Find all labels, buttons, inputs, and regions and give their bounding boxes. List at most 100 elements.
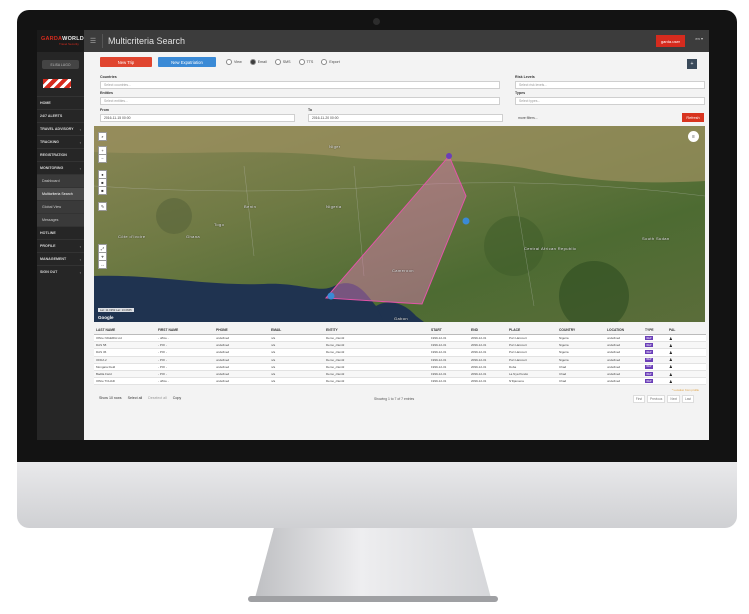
sidebar-item-management[interactable]: MANAGEMENT ‹: [37, 252, 84, 265]
column-header[interactable]: TYPE: [643, 325, 667, 334]
table-cell: Demo_client2: [326, 372, 345, 377]
table-cell: Mongara Field: [96, 364, 116, 369]
column-header[interactable]: EMAIL: [269, 325, 324, 334]
more-filters-link[interactable]: more filters...: [515, 114, 675, 122]
table-cell: 1999-12-31: [431, 336, 447, 341]
type-cell: REP: [643, 335, 667, 341]
sidebar-item-tracking[interactable]: TRACKING ‹: [37, 135, 84, 148]
pager-first-button[interactable]: First: [632, 395, 645, 403]
to-date-input[interactable]: 2016-11-20 00:00: [308, 114, 503, 122]
table-body: Office NIGERIA Ltd - office - undefined n/a…: [94, 335, 706, 386]
risk-levels-input[interactable]: Select risk levels...: [515, 81, 705, 89]
table-cell: undefined: [607, 357, 621, 362]
map-country-label: Ghana: [186, 234, 201, 239]
sidebar-item-global-view[interactable]: Global View: [37, 200, 84, 213]
option-label: Email: [257, 60, 267, 64]
map[interactable]: ≡ ⌕ + − ● ■ ■ ✎ ⤢ ⌖ ↔ Niger Benin Nigeria T…: [94, 126, 705, 322]
option-export[interactable]: Export: [321, 59, 340, 65]
delete-shape-icon[interactable]: ✎: [98, 202, 107, 211]
column-header[interactable]: END: [469, 325, 507, 334]
column-header[interactable]: FIRST NAME: [156, 325, 214, 334]
pager-next-button[interactable]: Next: [667, 395, 680, 403]
show-rows-button[interactable]: Show 10 rows: [99, 396, 122, 400]
person-icon: ♟: [667, 364, 706, 370]
sidebar-item-profile[interactable]: PROFILE ‹: [37, 239, 84, 252]
sidebar-item-monitoring[interactable]: MONITORING ‹: [37, 161, 84, 174]
table-row[interactable]: Badila Field - POI - undefined n/a Demo_clie…: [94, 370, 706, 379]
table-row[interactable]: DAS 58 - POI - undefined n/a Demo_client2 199…: [94, 342, 706, 350]
toolbar: New Trip New Expatriation View Email SMS TT…: [100, 57, 340, 67]
monitor-stand-base: [248, 596, 498, 602]
countries-input[interactable]: Select countries...: [100, 81, 500, 89]
monitor-chin: [17, 462, 737, 528]
map-country-label: Côte d'Ivoire: [118, 234, 146, 239]
select-all-button[interactable]: Select all: [128, 396, 143, 400]
refresh-button[interactable]: Refresh: [682, 113, 704, 122]
map-search-icon[interactable]: ⌕: [98, 132, 107, 141]
sidebar-item-sign-out[interactable]: SIGN OUT ‹: [37, 265, 84, 278]
person-icon: ♟: [667, 349, 706, 355]
table-row[interactable]: Mongara Field - POI - undefined n/a Demo_cli…: [94, 363, 706, 371]
user-button[interactable]: ELISA LUGO: [42, 60, 79, 69]
column-header[interactable]: PHONE: [214, 325, 269, 334]
option-email[interactable]: Email: [249, 59, 267, 65]
table-cell: - office -: [158, 379, 169, 384]
zoom-out-icon[interactable]: −: [98, 154, 107, 163]
sidebar-item-messages[interactable]: Messages: [37, 213, 84, 226]
sidebar-item-hotline[interactable]: HOTLINE: [37, 226, 84, 239]
new-trip-button[interactable]: New Trip: [100, 57, 152, 67]
settings-icon[interactable]: +: [687, 59, 697, 69]
layers-icon[interactable]: ≡: [688, 131, 699, 142]
person-glyph: ♟: [669, 378, 673, 384]
user-menu[interactable]: garda.user: [655, 35, 685, 47]
table-row[interactable]: Office TCHAD - office - undefined n/a Demo_c…: [94, 378, 706, 386]
column-header[interactable]: LOCATION: [605, 325, 643, 334]
chevron-icon: ‹: [79, 269, 81, 275]
option-sms[interactable]: SMS: [274, 59, 291, 65]
table-row[interactable]: Office NIGERIA Ltd - office - undefined n/a…: [94, 335, 706, 343]
sidebar-item-label: Global View: [42, 205, 62, 209]
table-cell: - office -: [158, 336, 169, 341]
column-header[interactable]: LAST NAME: [94, 325, 156, 334]
type-cell: REP: [643, 342, 667, 348]
types-input[interactable]: Select types...: [515, 97, 705, 105]
option-tts[interactable]: TTS: [298, 59, 313, 65]
sidebar-item-label: HOME: [40, 101, 51, 105]
copy-button[interactable]: Copy: [173, 396, 181, 400]
type-cell: REP: [643, 364, 667, 370]
language-select[interactable]: en ▾: [695, 36, 703, 41]
column-header[interactable]: PAL: [667, 325, 706, 334]
pager-previous-button[interactable]: Previous: [647, 395, 666, 403]
column-header[interactable]: ENTITY: [324, 325, 429, 334]
sidebar-nav: HOME 24/7 ALERTS TRAVEL ADVISORY ‹ TRACKING ‹…: [37, 96, 84, 278]
draw-rectangle-icon[interactable]: ■: [98, 186, 107, 195]
sidebar-item-label: TRAVEL ADVISORY: [40, 127, 74, 131]
table-cell: Chad: [559, 379, 567, 384]
table-row[interactable]: OFDA 2 - POI - undefined n/a Demo_client2 199…: [94, 356, 706, 364]
option-label: SMS: [282, 60, 291, 64]
table-cell: n/a: [271, 364, 276, 369]
ruler-icon[interactable]: ↔: [98, 260, 107, 269]
from-date-input[interactable]: 2016-11-15 00:00: [100, 114, 295, 122]
table-cell: undefined: [216, 336, 230, 341]
radio-icon: [321, 59, 328, 65]
sidebar-item-home[interactable]: HOME: [37, 96, 84, 109]
deselect-all-button[interactable]: Deselect all: [148, 396, 167, 400]
sidebar-item-multicriteria-search[interactable]: Multicriteria Search: [37, 187, 84, 200]
type-badge: REP: [645, 372, 653, 377]
sidebar-item-registration[interactable]: REGISTRATION: [37, 148, 84, 161]
radio-icon: [298, 59, 305, 65]
sidebar-item-dashboard[interactable]: Dashboard: [37, 174, 84, 187]
sidebar-item-travel-advisory[interactable]: TRAVEL ADVISORY ‹: [37, 122, 84, 135]
table-row[interactable]: DAS 36 - POI - undefined n/a Demo_client2 199…: [94, 349, 706, 357]
entities-input[interactable]: Select entities...: [100, 97, 500, 105]
new-expatriation-button[interactable]: New Expatriation: [158, 57, 216, 67]
column-header[interactable]: START: [429, 325, 469, 334]
map-country-label: Benin: [244, 204, 257, 209]
option-view[interactable]: View: [226, 59, 242, 65]
column-header[interactable]: PLACE: [507, 325, 557, 334]
sidebar-item-24-7-alerts[interactable]: 24/7 ALERTS: [37, 109, 84, 122]
pager-last-button[interactable]: Last: [681, 395, 694, 403]
column-header[interactable]: COUNTRY: [557, 325, 605, 334]
menu-icon[interactable]: ☰: [84, 37, 102, 45]
